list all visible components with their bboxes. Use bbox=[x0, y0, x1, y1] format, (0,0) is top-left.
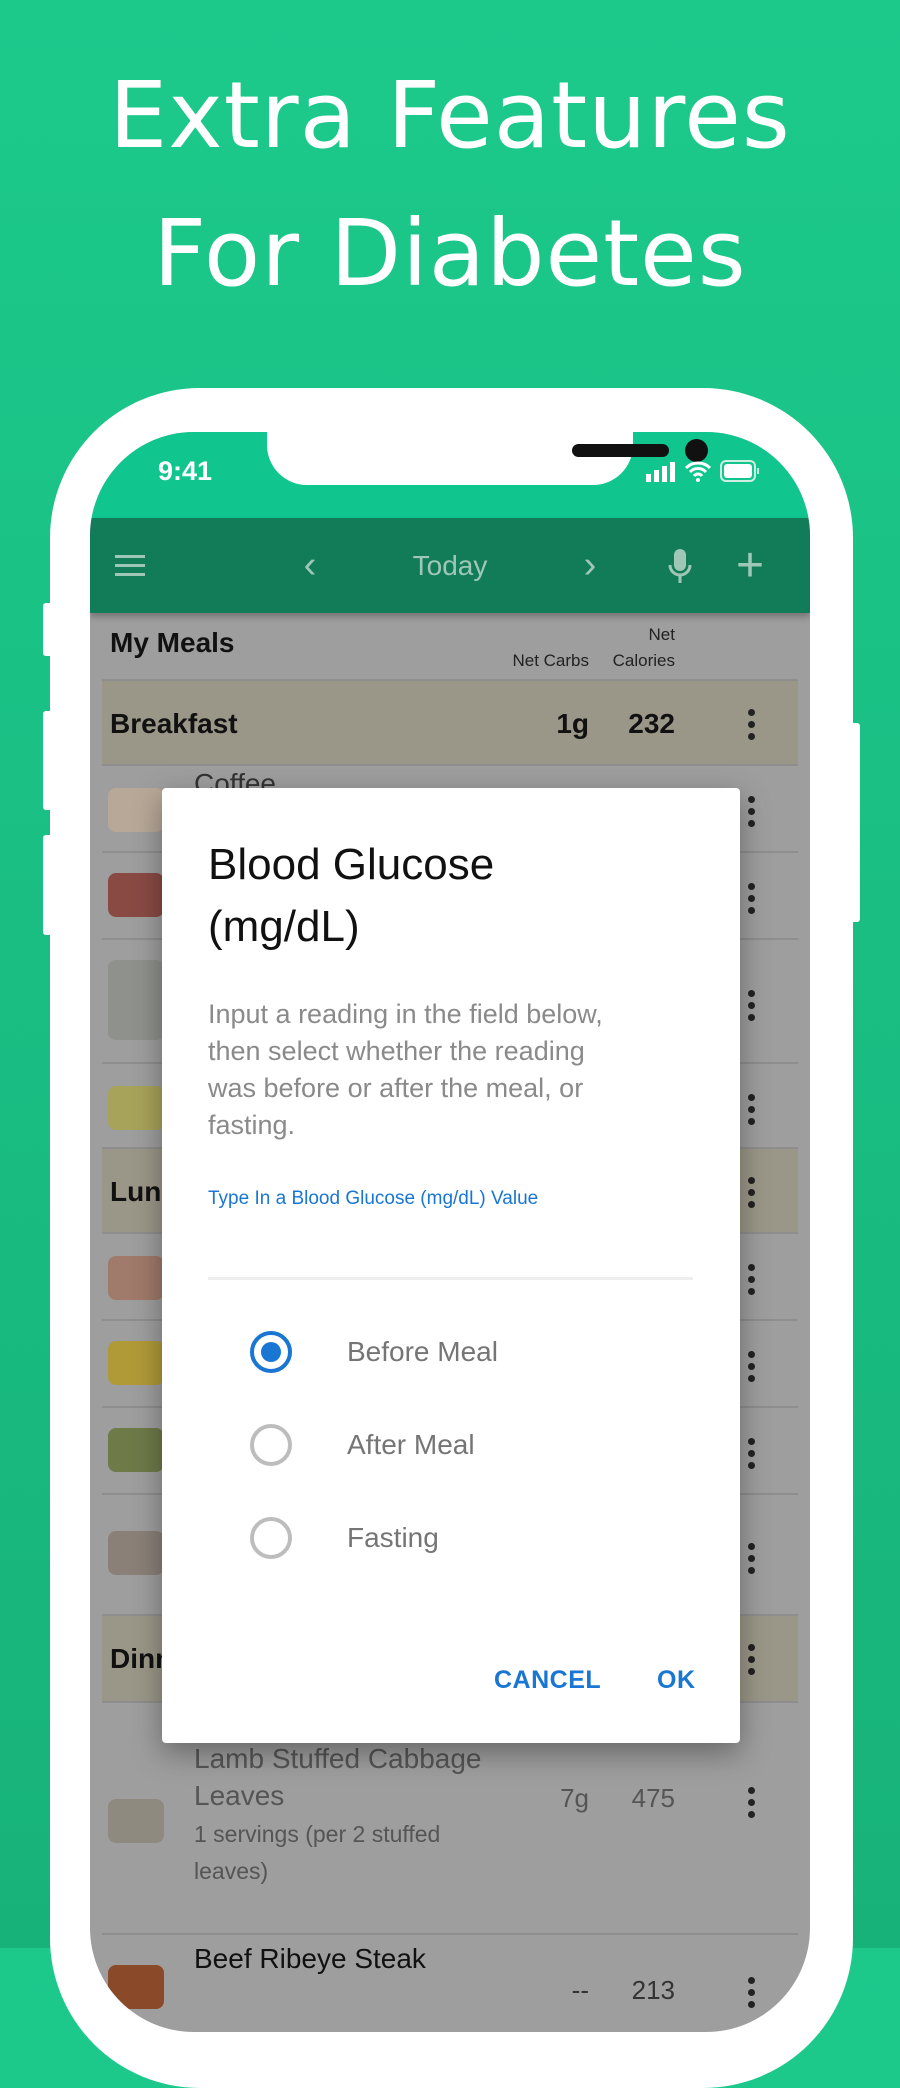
dialog-body-line: fasting. bbox=[208, 1110, 296, 1140]
more-icon[interactable] bbox=[748, 1644, 756, 1675]
signal-icon bbox=[646, 462, 675, 482]
food-calories: 475 bbox=[631, 1783, 675, 1813]
dialog-title-line2: (mg/dL) bbox=[208, 902, 360, 951]
meal-name: Breakfast bbox=[110, 708, 238, 739]
more-icon[interactable] bbox=[748, 883, 756, 914]
status-bar: 9:41 bbox=[90, 432, 810, 518]
dialog-body-line: was before or after the meal, or bbox=[208, 1073, 584, 1103]
food-row[interactable]: Beef Ribeye Steak -- 213 bbox=[102, 1935, 798, 2032]
food-thumbnail bbox=[108, 1341, 164, 1385]
food-carbs: -- bbox=[571, 1975, 589, 2005]
more-icon[interactable] bbox=[748, 1177, 756, 1208]
meal-carbs: 1g bbox=[556, 708, 589, 739]
food-name: Lamb Stuffed Cabbage bbox=[194, 1743, 482, 1774]
toolbar: ‹ Today › + bbox=[90, 518, 810, 613]
add-button[interactable]: + bbox=[720, 518, 780, 613]
menu-button[interactable] bbox=[100, 518, 160, 613]
option-label: Before Meal bbox=[347, 1336, 498, 1367]
dialog-body-line: Input a reading in the field below, bbox=[208, 999, 603, 1029]
food-serving: 1 servings (per 2 stuffed bbox=[194, 1821, 441, 1847]
headline-line2: For Diabetes bbox=[153, 200, 747, 307]
radio-unselected-icon[interactable] bbox=[250, 1424, 292, 1466]
camera bbox=[685, 439, 708, 462]
status-time: 9:41 bbox=[158, 456, 213, 486]
food-thumbnail bbox=[108, 1799, 164, 1843]
radio-selected-icon[interactable] bbox=[250, 1331, 292, 1373]
prev-day-button[interactable]: ‹ bbox=[290, 518, 330, 613]
speaker bbox=[572, 444, 669, 457]
dialog-body: Input a reading in the field below, then… bbox=[208, 996, 603, 1144]
input-label: Type In a Blood Glucose (mg/dL) Value bbox=[208, 1188, 539, 1209]
food-thumbnail bbox=[108, 960, 164, 1040]
food-thumbnail bbox=[108, 873, 164, 917]
food-thumbnail bbox=[108, 1531, 164, 1575]
radio-unselected-icon[interactable] bbox=[250, 1517, 292, 1559]
food-calories: 213 bbox=[631, 1975, 675, 2005]
food-serving-line2: leaves) bbox=[194, 1858, 269, 1884]
col-net-cal-2: Calories bbox=[612, 651, 675, 670]
dialog-title-line1: Blood Glucose bbox=[208, 840, 495, 889]
battery-icon bbox=[720, 460, 759, 482]
food-thumbnail bbox=[108, 1428, 164, 1472]
glucose-input[interactable] bbox=[208, 1228, 693, 1280]
hamburger-icon bbox=[115, 554, 145, 576]
col-net-cal-1: Net bbox=[648, 625, 675, 644]
meals-header: My Meals Net Carbs Net Calories bbox=[102, 613, 798, 681]
food-thumbnail bbox=[108, 1256, 164, 1300]
food-thumbnail bbox=[108, 788, 164, 832]
ok-button[interactable]: OK bbox=[657, 1666, 696, 1695]
cancel-button[interactable]: CANCEL bbox=[494, 1666, 601, 1695]
wifi-icon bbox=[684, 461, 712, 482]
microphone-icon bbox=[668, 548, 692, 583]
more-icon[interactable] bbox=[748, 709, 756, 740]
food-name-line2: Leaves bbox=[194, 1780, 285, 1811]
date-title[interactable]: Today bbox=[350, 518, 550, 613]
more-icon[interactable] bbox=[748, 1094, 756, 1125]
next-day-button[interactable]: › bbox=[570, 518, 610, 613]
headline-line1: Extra Features bbox=[109, 62, 791, 169]
col-net-carbs: Net Carbs bbox=[512, 651, 589, 670]
more-icon[interactable] bbox=[748, 1351, 756, 1382]
option-label: After Meal bbox=[347, 1429, 475, 1460]
meals-title: My Meals bbox=[110, 627, 235, 658]
meal-breakfast[interactable]: Breakfast 1g 232 bbox=[102, 681, 798, 766]
more-icon[interactable] bbox=[748, 990, 756, 1021]
meal-calories: 232 bbox=[628, 708, 675, 739]
dialog-body-line: then select whether the reading bbox=[208, 1036, 585, 1066]
blood-glucose-dialog: Blood Glucose (mg/dL) Input a reading in… bbox=[162, 788, 740, 1743]
food-thumbnail bbox=[108, 1965, 164, 2009]
more-icon[interactable] bbox=[748, 1264, 756, 1295]
more-icon[interactable] bbox=[748, 1543, 756, 1574]
notch bbox=[267, 432, 708, 485]
food-thumbnail bbox=[108, 1086, 164, 1130]
food-carbs: 7g bbox=[560, 1783, 589, 1813]
more-icon[interactable] bbox=[748, 1787, 756, 1818]
more-icon[interactable] bbox=[748, 796, 756, 827]
voice-button[interactable] bbox=[655, 518, 705, 613]
more-icon[interactable] bbox=[748, 1438, 756, 1469]
more-icon[interactable] bbox=[748, 1977, 756, 2008]
option-label: Fasting bbox=[347, 1522, 439, 1553]
